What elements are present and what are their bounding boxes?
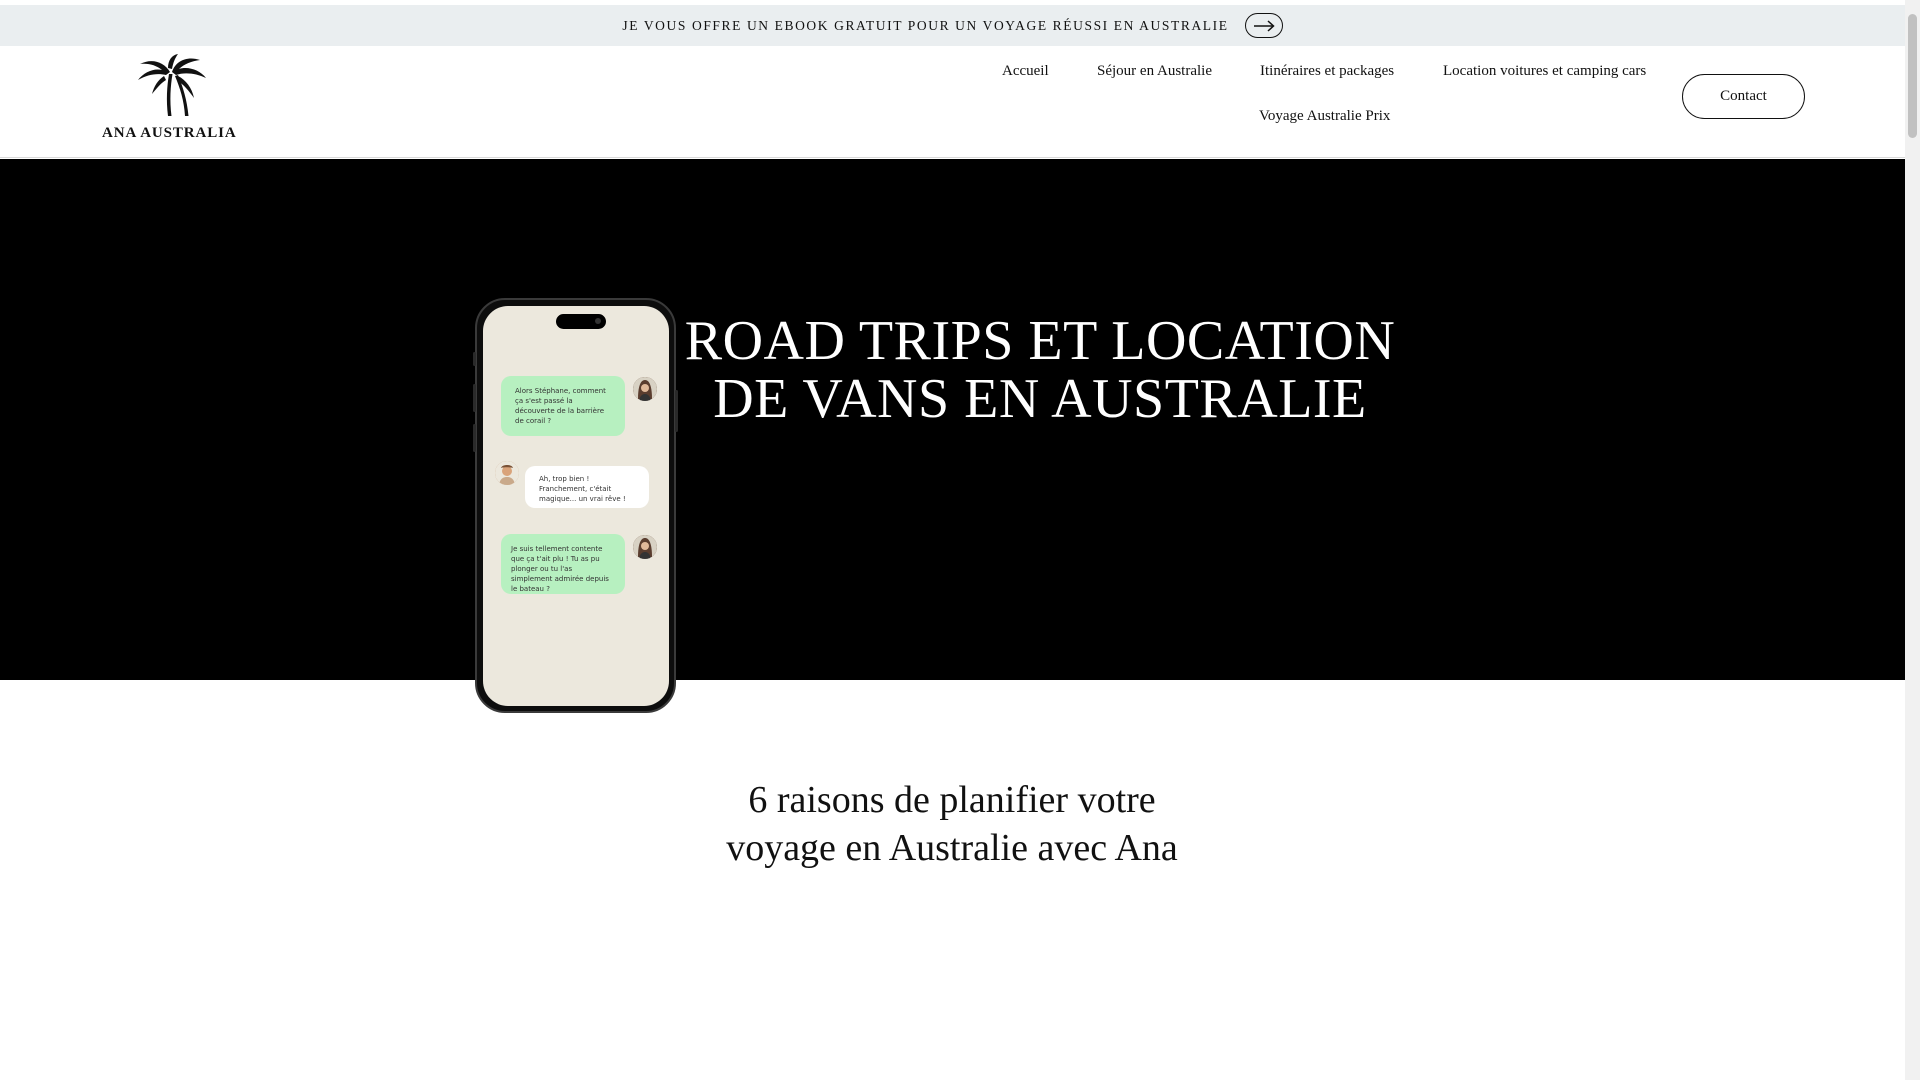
phone-side-button <box>473 352 476 366</box>
reasons-title-line-1: 6 raisons de planifier votre <box>748 779 1156 821</box>
scrollbar-thumb[interactable] <box>1908 14 1917 138</box>
arrow-right-icon <box>1253 19 1275 32</box>
nav-item-sejour[interactable]: Séjour en Australie <box>1097 63 1212 80</box>
avatar-ana <box>633 535 657 559</box>
hero-title: ROAD TRIPS ET LOCATION DE VANS EN AUSTRA… <box>630 312 1450 428</box>
nav-item-itineraires[interactable]: Itinéraires et packages <box>1260 63 1394 80</box>
chat-bubble: Ah, trop bien ! Franchement, c'était mag… <box>525 466 649 508</box>
contact-button[interactable]: Contact <box>1682 74 1805 119</box>
phone-volume-up <box>473 384 476 412</box>
avatar-stephane <box>495 461 519 485</box>
promo-arrow-button[interactable] <box>1244 13 1283 38</box>
nav-item-location[interactable]: Location voitures et camping cars <box>1443 63 1646 80</box>
chat-bubble: Alors Stéphane, comment ça s'est passé l… <box>501 376 625 436</box>
site-logo[interactable]: ANA AUSTRALIA <box>102 54 242 146</box>
promo-banner-text[interactable]: JE VOUS OFFRE UN EBOOK GRATUIT POUR UN V… <box>622 18 1228 34</box>
site-header: ANA AUSTRALIA Accueil Séjour en Australi… <box>0 46 1905 158</box>
hero-title-line-1: ROAD TRIPS ET LOCATION <box>684 310 1396 372</box>
chat-bubble: Je suis tellement contente que ça t'ait … <box>501 534 625 594</box>
dynamic-island <box>556 314 606 329</box>
nav-item-accueil[interactable]: Accueil <box>1002 63 1049 80</box>
reasons-section-title: 6 raisons de planifier votre voyage en A… <box>652 776 1252 872</box>
phone-mockup: Alors Stéphane, comment ça s'est passé l… <box>473 298 678 713</box>
page-scrollbar[interactable] <box>1905 0 1920 1080</box>
phone-screen: Alors Stéphane, comment ça s'est passé l… <box>483 306 669 706</box>
nav-item-prix[interactable]: Voyage Australie Prix <box>1259 108 1390 125</box>
logo-text: ANA AUSTRALIA <box>102 125 237 141</box>
avatar-ana <box>633 377 657 401</box>
phone-volume-down <box>473 424 476 452</box>
phone-power-button <box>675 390 678 432</box>
hero-title-line-2: DE VANS EN AUSTRALIE <box>713 368 1367 430</box>
palm-tree-icon <box>138 54 206 116</box>
reasons-title-line-2: voyage en Australie avec Ana <box>726 827 1178 869</box>
promo-banner[interactable]: JE VOUS OFFRE UN EBOOK GRATUIT POUR UN V… <box>0 5 1905 46</box>
